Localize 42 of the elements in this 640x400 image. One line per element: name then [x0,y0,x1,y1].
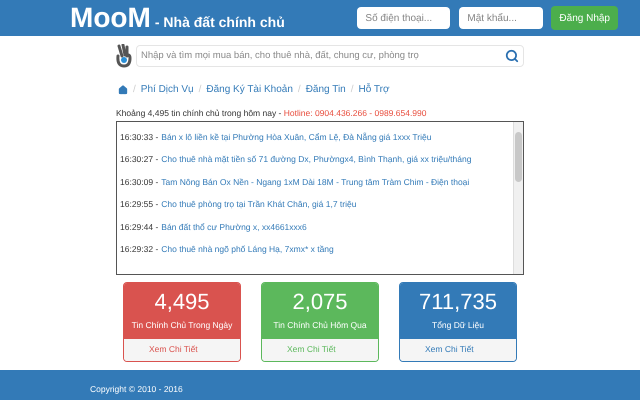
listing-link[interactable]: Cho thuê phòng trọ tại Trần Khát Chân, giá 1,7 triệu [161,198,356,210]
hotline-text: Hotline: 0904.436.266 - 0989.654.990 [284,108,426,118]
breadcrumb-separator: / [298,83,301,97]
stat-value: 4,495 [154,289,210,316]
breadcrumb-link[interactable]: Đăng Ký Tài Khoản [206,82,293,97]
breadcrumb-link[interactable]: Hỗ Trợ [358,82,390,97]
scrollbar[interactable] [513,122,523,274]
stat-value: 711,735 [419,289,497,316]
listing-time: 16:29:44 - [120,220,158,233]
listing-time: 16:30:33 - [120,130,158,143]
home-icon[interactable] [118,84,128,94]
breadcrumb-link[interactable]: Phí Dịch Vụ [140,82,194,97]
listing-time: 16:30:09 - [120,176,158,188]
login-button[interactable]: Đăng Nhập [551,6,618,30]
listing-link[interactable]: Cho thuê nhà mặt tiền số 71 đường Dx, Phườngx4, Bình Thạnh, giá xx triệu/tháng [161,153,472,166]
search-bar[interactable]: Nhập và tìm mọi mua bán, cho thuê nhà, đất, chung cư, phòng trọ [136,45,524,67]
hand-logo-icon [116,44,132,68]
stat-value: 2,075 [292,289,348,316]
summary-text: Khoảng 4,495 tin chính chủ trong hôm nay - [116,108,282,118]
breadcrumb-separator: / [133,83,136,97]
copyright-text: Copyright © 2010 - 2016 [90,384,183,394]
password-field[interactable]: Mật khẩu... [459,7,544,29]
phone-field[interactable]: Số điện thoại... [357,7,450,29]
listing-link[interactable]: Cho thuê nhà ngõ phố Láng Hạ, 7xmx* x tầng [161,243,334,256]
listing-link[interactable]: Bán đất thổ cư Phường x, xx4661xxx6 [161,220,307,233]
listing-time: 16:29:32 - [120,243,158,256]
listing-time: 16:30:27 - [120,153,158,166]
breadcrumb-separator: / [350,83,354,97]
details-link[interactable]: Xem Chi Tiết [400,338,516,361]
tagline: - Nhà đất chính chủ [154,12,285,32]
details-link[interactable]: Xem Chi Tiết [124,338,240,361]
search-icon[interactable] [505,49,519,63]
logo[interactable]: MooM [70,4,151,32]
stat-label: Tin Chính Chủ Hôm Qua [273,319,367,332]
breadcrumb-separator: / [198,83,202,97]
listing-time: 16:29:55 - [120,198,158,210]
breadcrumb-link[interactable]: Đăng Tin [306,82,346,97]
listing-link[interactable]: Bán x lô liền kề tại Phường Hòa Xuân, Cẩm Lệ, Đà Nẵng giá 1xxx Triệu [161,130,432,143]
stat-label: Tổng Dữ Liệu [432,319,484,332]
listing-link[interactable]: Tam Nông Bán Ox Nền - Ngang 1xM Dài 18M - Trung tâm Tràm Chim - Điện thoại [161,176,470,188]
stat-label: Tin Chính Chủ Trong Ngày [132,319,232,332]
search-field[interactable]: Nhập và tìm mọi mua bán, cho thuê nhà, đất, chung cư, phòng trọ [141,48,505,64]
